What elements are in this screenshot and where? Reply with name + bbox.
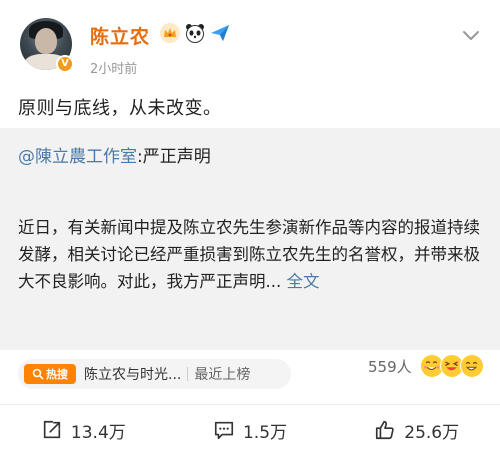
post-text: 原则与底线，从未改变。 [18,98,222,119]
divider [187,367,189,381]
repost-header: @陳立農工作室:严正声明 [18,142,211,167]
post-header: V 陈立农 2小时前 [0,0,500,84]
hot-search-pill[interactable]: 热搜 陈立农与时光... 最近上榜 [18,359,291,389]
paper-plane-icon[interactable] [209,22,231,44]
share-icon [43,420,61,439]
panda-icon[interactable] [184,22,206,44]
repost-button[interactable]: 13.4万 [0,412,167,448]
smile-icon [460,354,484,378]
search-icon [32,368,44,380]
author-name[interactable]: 陈立农 [90,22,150,49]
action-divider [0,404,500,405]
comment-count: 1.5万 [242,422,288,443]
like-count: 25.6万 [404,422,460,443]
comment-icon [214,421,234,440]
hot-search-tag-label: 热搜 [46,368,68,381]
thumbs-up-icon [376,420,394,440]
hot-search-tag: 热搜 [24,364,76,384]
reaction-emojis[interactable] [420,352,488,380]
repost-mention-link[interactable]: @陳立農工作室 [18,147,137,167]
crown-icon[interactable] [159,22,181,44]
action-bar: 13.4万 1.5万 25.6万 [0,412,500,448]
full-text-link[interactable]: 全文 [287,272,320,291]
chevron-down-icon[interactable] [460,24,482,46]
repost-count: 13.4万 [70,422,126,443]
like-button[interactable]: 25.6万 [333,412,500,448]
reaction-count[interactable]: 559人 [368,356,412,377]
repost-body: 近日，有关新闻中提及陈立农先生参演新作品等内容的报道持续发酵，相关讨论已经严重损… [18,214,488,295]
avatar-face [35,28,57,54]
hot-search-subtitle: 最近上榜 [194,367,251,383]
author-badges [159,22,231,44]
post-time: 2小时前 [90,62,138,77]
comment-button[interactable]: 1.5万 [167,412,334,448]
hot-search-topic: 陈立农与时光... [84,367,182,383]
repost-body-text: 近日，有关新闻中提及陈立农先生参演新作品等内容的报道持续发酵，相关讨论已经严重损… [18,218,480,291]
repost-card[interactable]: @陳立農工作室:严正声明 近日，有关新闻中提及陈立农先生参演新作品等内容的报道持… [0,128,500,350]
verified-badge-icon: V [56,55,74,73]
repost-title: :严正声明 [137,147,211,167]
